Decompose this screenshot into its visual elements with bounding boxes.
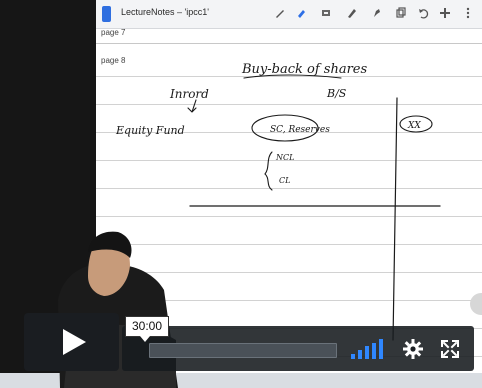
progress-bar[interactable] [149, 343, 337, 358]
play-button[interactable] [24, 313, 119, 371]
fullscreen-icon[interactable] [440, 339, 460, 359]
volume-icon[interactable] [351, 339, 387, 359]
settings-gear-icon[interactable] [402, 338, 424, 360]
volume-bar-2 [358, 350, 362, 359]
volume-bar-1 [351, 354, 355, 359]
play-icon [63, 329, 86, 355]
player-controls [122, 326, 474, 371]
volume-bar-4 [372, 343, 376, 359]
time-tooltip: 30:00 [125, 316, 170, 342]
video-frame: LectureNotes – 'ipcc1' page 7 page 8 Buy… [0, 0, 482, 388]
volume-bar-5 [379, 339, 383, 359]
volume-bar-3 [365, 346, 369, 359]
